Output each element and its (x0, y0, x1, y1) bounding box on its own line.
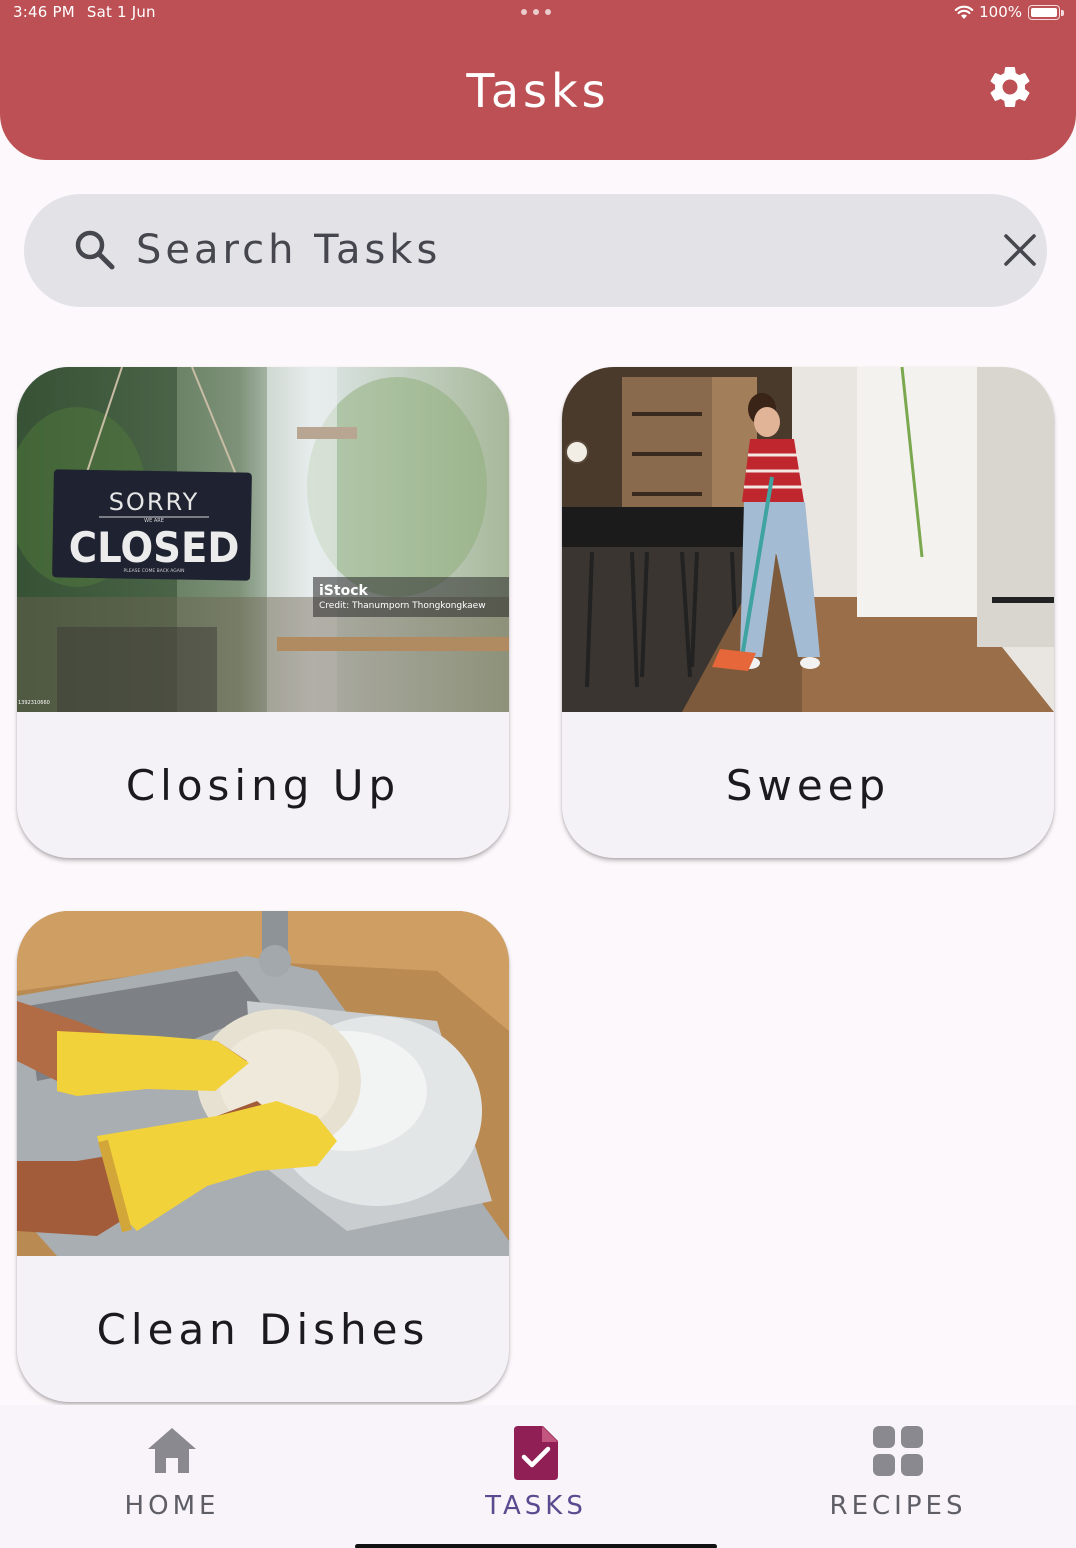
page-title: Tasks (466, 64, 610, 118)
task-label: Clean Dishes (96, 1304, 430, 1354)
search-bar (24, 194, 1047, 307)
task-label: Closing Up (125, 760, 401, 810)
multitasking-dots-icon[interactable] (521, 9, 551, 15)
watermark-id: 1392310660 (18, 700, 50, 706)
bottom-navigation: HOME TASKS RECIPES (0, 1405, 1076, 1548)
close-icon (1004, 234, 1036, 266)
wifi-icon (954, 5, 974, 19)
search-input[interactable] (136, 220, 956, 280)
sign-closed-text: CLOSED (69, 523, 240, 572)
nav-item-tasks[interactable]: TASKS (356, 1405, 716, 1548)
task-image-closed-sign: SORRY WE ARE CLOSED PLEASE COME BACK AGA… (17, 367, 509, 712)
status-date: Sat 1 Jun (86, 3, 156, 21)
clear-search-button[interactable] (994, 224, 1046, 276)
status-time: 3:46 PM (13, 3, 75, 21)
nav-label-home: HOME (124, 1491, 220, 1521)
nav-label-tasks: TASKS (485, 1491, 587, 1521)
task-card-closing-up[interactable]: SORRY WE ARE CLOSED PLEASE COME BACK AGA… (17, 367, 509, 858)
nav-label-recipes: RECIPES (829, 1491, 967, 1521)
task-card-clean-dishes[interactable]: Clean Dishes (17, 911, 509, 1402)
task-label: Sweep (725, 760, 891, 810)
home-indicator[interactable] (355, 1544, 717, 1548)
task-image-washing-dishes (17, 911, 509, 1256)
task-card-sweep[interactable]: Sweep (562, 367, 1054, 858)
sign-come-back-text: PLEASE COME BACK AGAIN (124, 568, 185, 574)
status-bar: 3:46 PM Sat 1 Jun 100% (0, 0, 1076, 26)
nav-item-recipes[interactable]: RECIPES (718, 1405, 1076, 1548)
task-image-sweeping (562, 367, 1054, 712)
watermark-brand: iStock (319, 583, 368, 599)
watermark-credit: Credit: Thanumporn Thongkongkaew (319, 601, 486, 611)
task-document-icon (514, 1426, 558, 1480)
sign-sorry-text: SORRY (109, 488, 200, 516)
gear-icon (990, 67, 1030, 107)
battery-icon (1028, 4, 1064, 20)
settings-button[interactable] (983, 60, 1037, 114)
search-icon (75, 230, 115, 270)
grid-icon (873, 1426, 923, 1476)
nav-item-home[interactable]: HOME (0, 1405, 352, 1548)
home-icon (148, 1428, 196, 1473)
battery-percentage: 100% (979, 3, 1022, 21)
